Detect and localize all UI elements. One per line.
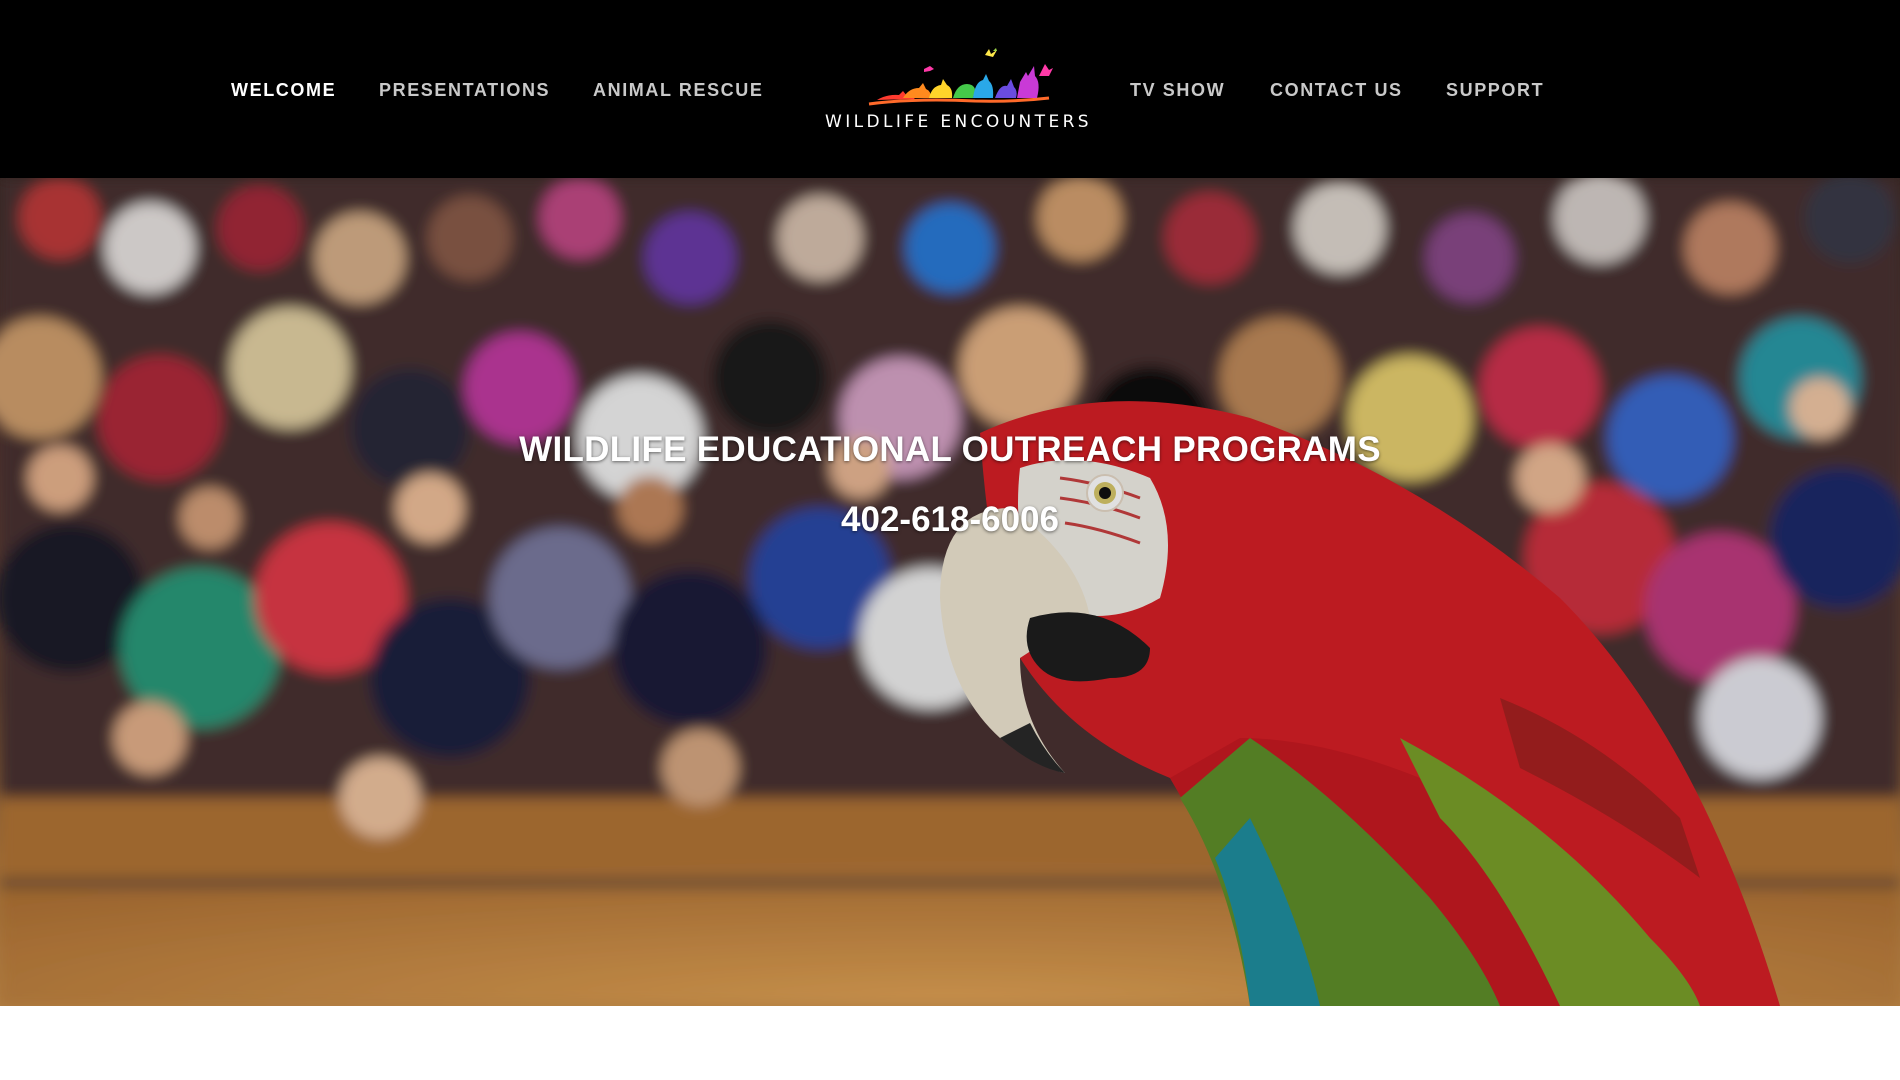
nav-animal-rescue[interactable]: ANIMAL RESCUE <box>593 80 763 101</box>
nav-presentations[interactable]: PRESENTATIONS <box>379 80 550 101</box>
logo-text: WILDLIFE ENCOUNTERS <box>825 112 1092 132</box>
nav-tv-show[interactable]: TV SHOW <box>1130 80 1225 101</box>
rainbow-animal-silhouettes-icon <box>868 48 1053 106</box>
hero-overlay <box>0 178 1900 1006</box>
site-header: WELCOME PRESENTATIONS ANIMAL RESCUE WILD… <box>0 0 1900 178</box>
nav-welcome[interactable]: WELCOME <box>231 80 336 101</box>
hero-banner: WILDLIFE EDUCATIONAL OUTREACH PROGRAMS 4… <box>0 178 1900 1006</box>
hero-title: WILDLIFE EDUCATIONAL OUTREACH PROGRAMS <box>519 430 1381 469</box>
site-logo[interactable]: WILDLIFE ENCOUNTERS <box>825 38 1092 138</box>
nav-support[interactable]: SUPPORT <box>1446 80 1544 101</box>
hero-phone-number[interactable]: 402-618-6006 <box>0 500 1900 540</box>
nav-contact-us[interactable]: CONTACT US <box>1270 80 1403 101</box>
